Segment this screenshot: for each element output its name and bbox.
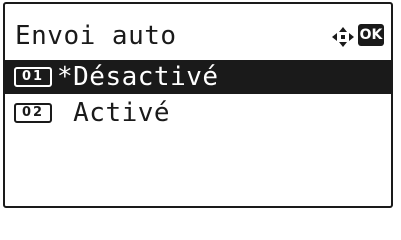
- menu-item-desactive[interactable]: 01 *Désactivé: [5, 60, 391, 94]
- screen-header: Envoi auto OK: [5, 19, 391, 53]
- menu-item-active[interactable]: 02 Activé: [5, 96, 391, 130]
- screen-title: Envoi auto: [15, 21, 177, 51]
- item-number-badge: 02: [14, 103, 52, 123]
- item-label: *Désactivé: [57, 62, 219, 92]
- item-number-badge: 01: [14, 67, 52, 87]
- lcd-screen: Envoi auto OK 01 *Désactivé 02 Activé: [3, 2, 393, 208]
- four-way-arrow-icon: [331, 26, 355, 48]
- four-way-arrow-svg: [332, 27, 354, 47]
- item-label: Activé: [57, 98, 171, 128]
- ok-key-icon: OK: [358, 24, 384, 46]
